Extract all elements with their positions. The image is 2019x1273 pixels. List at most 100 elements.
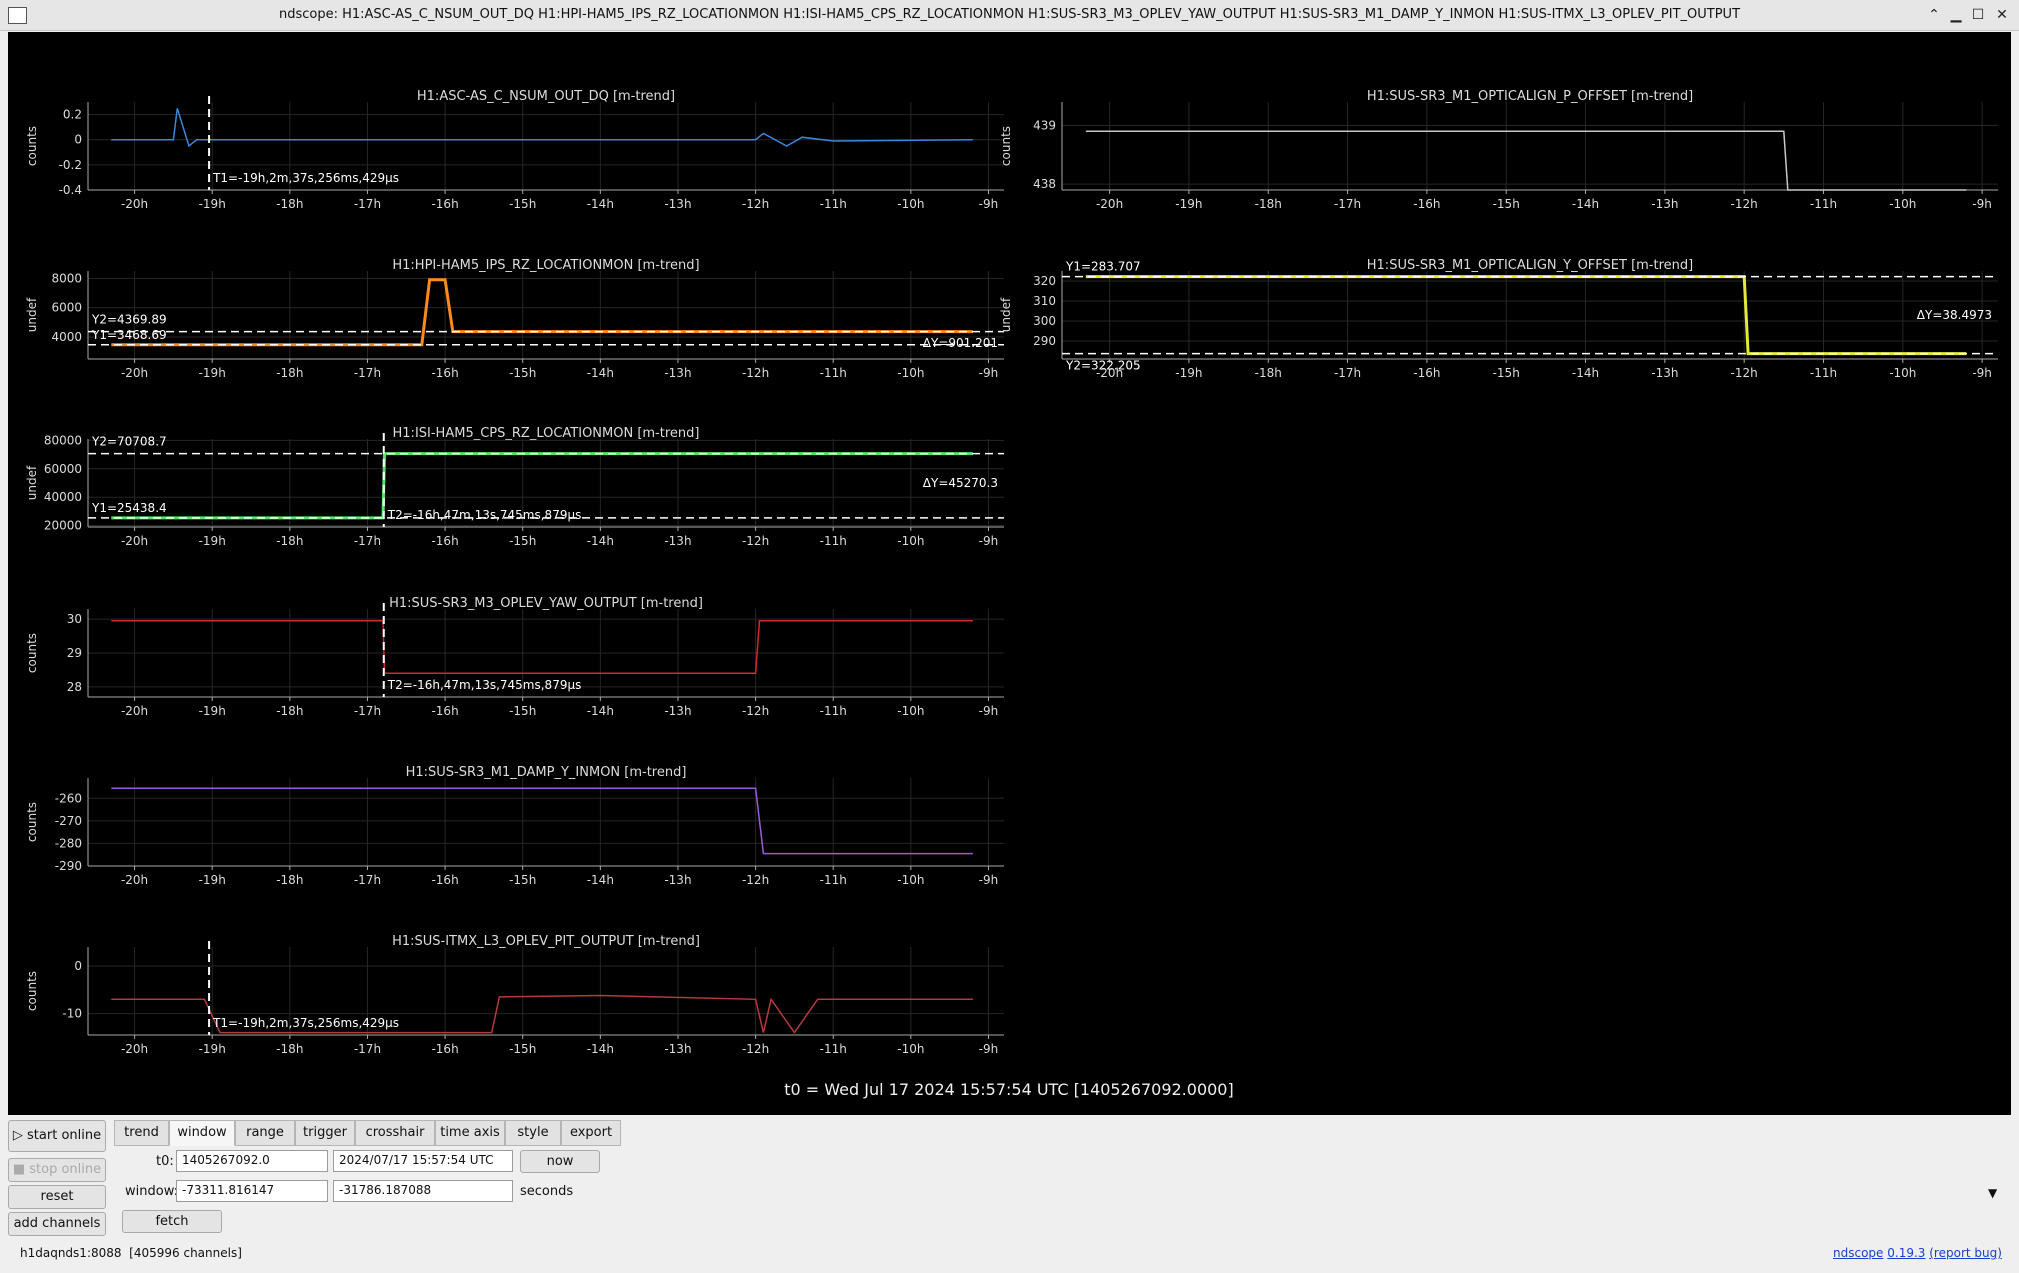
tab-crosshair[interactable]: crosshair <box>355 1120 435 1146</box>
x-tick-label: -17h <box>1334 366 1361 380</box>
x-tick-label: -13h <box>664 873 691 887</box>
t0-utc-input[interactable]: 2024/07/17 15:57:54 UTC <box>333 1150 513 1172</box>
x-tick-label: -15h <box>1493 197 1520 211</box>
report-bug-link[interactable]: (report bug) <box>1929 1246 2002 1260</box>
x-tick-label: -13h <box>664 366 691 380</box>
stop-online-label: stop online <box>29 1162 102 1177</box>
x-tick-label: -12h <box>742 873 769 887</box>
tab-trigger[interactable]: trigger <box>295 1120 355 1146</box>
series-line <box>1085 275 1967 356</box>
x-tick-label: -9h <box>979 366 999 380</box>
x-tick-label: -9h <box>979 1042 999 1056</box>
y-tick-label: 0 <box>74 959 82 973</box>
tab-range[interactable]: range <box>235 1120 295 1146</box>
x-tick-label: -18h <box>276 1042 303 1056</box>
x-tick-label: -11h <box>820 534 847 548</box>
x-tick-label: -18h <box>276 534 303 548</box>
x-tick-label: -12h <box>742 1042 769 1056</box>
tab-window[interactable]: window <box>169 1120 235 1146</box>
y-tick-label: 8000 <box>51 271 82 285</box>
tab-time-axis[interactable]: time axis <box>435 1120 505 1146</box>
tab-style[interactable]: style <box>505 1120 561 1146</box>
y-tick-label: -280 <box>55 836 82 850</box>
x-tick-label: -11h <box>1810 366 1837 380</box>
x-tick-label: -18h <box>276 873 303 887</box>
x-tick-label: -19h <box>199 197 226 211</box>
x-tick-label: -12h <box>742 366 769 380</box>
y-tick-label: -260 <box>55 791 82 805</box>
delta-y-label: ΔY=38.4973 <box>1917 308 1992 322</box>
seconds-label: seconds <box>520 1184 574 1199</box>
y-tick-label: 0 <box>74 133 82 147</box>
x-tick-label: -13h <box>664 1042 691 1056</box>
x-tick-label: -20h <box>121 366 148 380</box>
x-tick-label: -16h <box>431 534 458 548</box>
x-tick-label: -11h <box>1810 197 1837 211</box>
x-tick-label: -16h <box>431 873 458 887</box>
x-tick-label: -20h <box>121 873 148 887</box>
x-tick-label: -10h <box>897 534 924 548</box>
x-tick-label: -14h <box>587 873 614 887</box>
y-tick-label: 6000 <box>51 301 82 315</box>
x-tick-label: -9h <box>979 704 999 718</box>
plots-svg[interactable]: H1:ASC-AS_C_NSUM_OUT_DQ [m-trend] -20h -19… <box>8 32 2011 1115</box>
version-link[interactable]: 0.19.3 <box>1887 1246 1925 1260</box>
t0-label: t0 = Wed Jul 17 2024 15:57:54 UTC [14052… <box>784 1080 1233 1099</box>
y2-cursor-label: Y2=322.205 <box>1065 359 1141 373</box>
minimize-icon[interactable]: ⌃ <box>1924 5 1944 25</box>
x-tick-label: -13h <box>664 197 691 211</box>
x-tick-label: -12h <box>1731 366 1758 380</box>
window-start-input[interactable]: -73311.816147 <box>176 1180 328 1202</box>
x-tick-label: -18h <box>1255 366 1282 380</box>
plot-title: H1:HPI-HAM5_IPS_RZ_LOCATIONMON [m-trend] <box>392 258 699 273</box>
x-tick-label: -17h <box>354 704 381 718</box>
plot-title: H1:SUS-SR3_M1_OPTICALIGN_Y_OFFSET [m-tre… <box>1367 258 1693 273</box>
time-cursor-label: T1=-19h,2m,37s,256ms,429µs <box>212 1016 399 1030</box>
reset-button[interactable]: reset <box>8 1185 106 1209</box>
x-tick-label: -17h <box>354 366 381 380</box>
plot-area[interactable]: H1:ASC-AS_C_NSUM_OUT_DQ [m-trend] -20h -19… <box>8 32 2011 1115</box>
app-link[interactable]: ndscope <box>1833 1246 1883 1260</box>
x-tick-label: -14h <box>1572 366 1599 380</box>
server-address: h1daqnds1:8088 <box>20 1246 122 1260</box>
y-tick-label: 20000 <box>44 519 82 533</box>
x-tick-label: -11h <box>820 704 847 718</box>
x-tick-label: -15h <box>1493 366 1520 380</box>
x-tick-label: -10h <box>897 704 924 718</box>
x-tick-label: -19h <box>199 534 226 548</box>
y1-cursor-label: Y1=25438.4 <box>91 501 167 515</box>
x-tick-label: -14h <box>587 534 614 548</box>
x-tick-label: -16h <box>431 366 458 380</box>
add-channels-button[interactable]: add channels <box>8 1212 106 1236</box>
restore-icon[interactable]: ▁ <box>1946 5 1966 25</box>
start-online-button[interactable]: ▷ start online <box>8 1120 106 1152</box>
time-cursor-label: T2=-16h,47m,13s,745ms,879µs <box>387 678 582 692</box>
x-tick-label: -20h <box>1096 197 1123 211</box>
window-end-input[interactable]: -31786.187088 <box>333 1180 513 1202</box>
now-button[interactable]: now <box>520 1150 600 1173</box>
t0-label: t0: <box>156 1154 174 1169</box>
time-cursor-label: T2=-16h,47m,13s,745ms,879µs <box>387 508 582 522</box>
series-line <box>111 108 973 148</box>
x-tick-label: -17h <box>354 1042 381 1056</box>
y-tick-label: 290 <box>1033 334 1056 348</box>
x-tick-label: -20h <box>121 704 148 718</box>
fetch-button[interactable]: fetch <box>122 1210 222 1233</box>
tab-trend[interactable]: trend <box>114 1120 169 1146</box>
plot-title: H1:SUS-SR3_M1_OPTICALIGN_P_OFFSET [m-tre… <box>1367 89 1693 104</box>
maximize-icon[interactable]: ☐ <box>1968 5 1988 25</box>
x-tick-label: -10h <box>897 873 924 887</box>
x-tick-label: -13h <box>664 534 691 548</box>
y1-cursor-label: Y1=283.707 <box>1065 260 1141 274</box>
x-tick-label: -13h <box>1651 197 1678 211</box>
x-tick-label: -11h <box>820 197 847 211</box>
y-tick-label: 300 <box>1033 314 1056 328</box>
t0-gps-input[interactable]: 1405267092.0 <box>176 1150 328 1172</box>
y-tick-label: 28 <box>67 680 82 694</box>
x-tick-label: -15h <box>509 873 536 887</box>
close-icon[interactable]: ✕ <box>1992 5 2012 25</box>
expand-arrow-icon[interactable]: ▼ <box>1988 1186 1997 1200</box>
y-tick-label: -10 <box>62 1007 82 1021</box>
tab-export[interactable]: export <box>561 1120 621 1146</box>
x-tick-label: -16h <box>1413 366 1440 380</box>
